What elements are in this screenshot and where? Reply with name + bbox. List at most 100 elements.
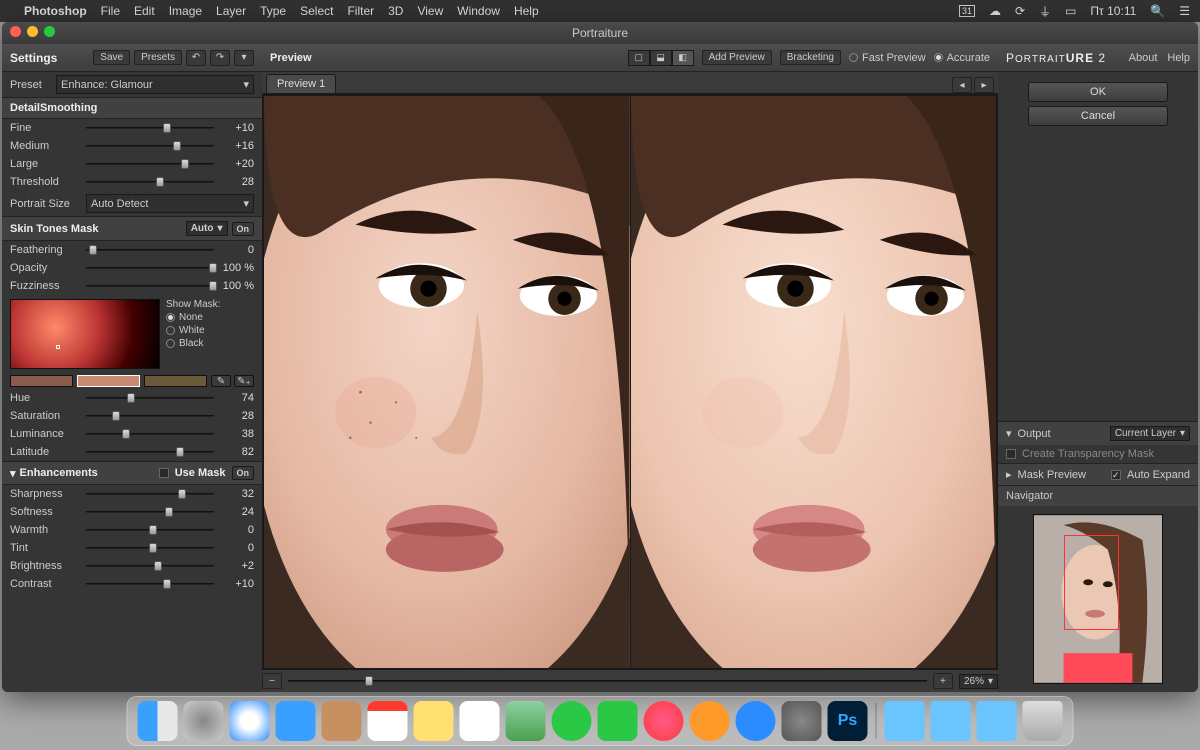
- dock-mail[interactable]: [276, 701, 316, 741]
- view-single-icon[interactable]: ▢: [628, 50, 650, 66]
- menu-image[interactable]: Image: [169, 4, 202, 18]
- redo-icon[interactable]: ↷: [210, 50, 230, 66]
- dock-maps[interactable]: [506, 701, 546, 741]
- dock-messages[interactable]: [552, 701, 592, 741]
- transparency-checkbox[interactable]: [1006, 449, 1016, 459]
- dock-photoshop[interactable]: Ps: [828, 701, 868, 741]
- dock-trash[interactable]: [1023, 701, 1063, 741]
- threshold-slider[interactable]: [86, 176, 214, 188]
- spotlight-icon[interactable]: 🔍: [1150, 4, 1165, 18]
- mask-black-radio[interactable]: Black: [166, 338, 220, 349]
- output-layer-dropdown[interactable]: Current Layer▾: [1110, 426, 1190, 441]
- zoom-slider[interactable]: [288, 675, 927, 687]
- window-minimize-button[interactable]: [27, 26, 38, 37]
- dock-contacts[interactable]: [322, 701, 362, 741]
- mask-none-radio[interactable]: None: [166, 312, 220, 323]
- zoom-in-button[interactable]: +: [933, 673, 953, 689]
- medium-slider[interactable]: [86, 140, 214, 152]
- menu-filter[interactable]: Filter: [347, 4, 374, 18]
- menu-window[interactable]: Window: [457, 4, 500, 18]
- dock-reminders[interactable]: [460, 701, 500, 741]
- zoom-dropdown[interactable]: 26%▾: [959, 674, 998, 689]
- navigator-thumbnail[interactable]: [1033, 514, 1163, 684]
- bracketing-button[interactable]: Bracketing: [780, 50, 841, 65]
- dock-finder[interactable]: [138, 701, 178, 741]
- help-link[interactable]: Help: [1167, 52, 1190, 64]
- dock-preferences[interactable]: [782, 701, 822, 741]
- skintones-on-toggle[interactable]: On: [232, 222, 255, 236]
- presets-button[interactable]: Presets: [134, 50, 182, 65]
- dock-folder-2[interactable]: [931, 701, 971, 741]
- latitude-slider[interactable]: [86, 446, 214, 458]
- luminance-slider[interactable]: [86, 428, 214, 440]
- tab-prev-icon[interactable]: ◂: [952, 77, 972, 93]
- saturation-slider[interactable]: [86, 410, 214, 422]
- cancel-button[interactable]: Cancel: [1028, 106, 1168, 126]
- opacity-slider[interactable]: [86, 262, 214, 274]
- menu-layer[interactable]: Layer: [216, 4, 246, 18]
- large-slider[interactable]: [86, 158, 214, 170]
- skintones-mode-dropdown[interactable]: Auto▾: [186, 221, 228, 236]
- menu-file[interactable]: File: [101, 4, 120, 18]
- view-split-v-icon[interactable]: ◧: [672, 50, 694, 66]
- use-mask-checkbox[interactable]: [159, 468, 169, 478]
- window-titlebar[interactable]: Portraiture: [2, 22, 1198, 44]
- auto-expand-checkbox[interactable]: [1111, 470, 1121, 480]
- hue-slider[interactable]: [86, 392, 214, 404]
- dock-folder-3[interactable]: [977, 701, 1017, 741]
- preview-tab-1[interactable]: Preview 1: [266, 74, 336, 93]
- portrait-size-dropdown[interactable]: Auto Detect▾: [86, 194, 254, 213]
- menu-select[interactable]: Select: [300, 4, 333, 18]
- zoom-out-button[interactable]: −: [262, 673, 282, 689]
- warmth-slider[interactable]: [86, 524, 214, 536]
- skintone-color-picker[interactable]: [10, 299, 160, 369]
- collapse-icon[interactable]: ▾: [10, 467, 16, 480]
- menu-edit[interactable]: Edit: [134, 4, 155, 18]
- eyedropper-icon[interactable]: ✎: [211, 375, 231, 387]
- wifi-icon[interactable]: ⏚: [1039, 3, 1051, 20]
- mask-white-radio[interactable]: White: [166, 325, 220, 336]
- preset-dropdown[interactable]: Enhance: Glamour▾: [56, 75, 254, 94]
- settings-menu-icon[interactable]: ▾: [234, 50, 254, 66]
- menu-app[interactable]: Photoshop: [24, 4, 87, 18]
- dock-notes[interactable]: [414, 701, 454, 741]
- calendar-icon[interactable]: 31: [959, 5, 975, 17]
- swatch-3[interactable]: [144, 375, 207, 387]
- dock-appstore[interactable]: [736, 701, 776, 741]
- swatch-2[interactable]: [77, 375, 140, 387]
- undo-icon[interactable]: ↶: [186, 50, 206, 66]
- brightness-slider[interactable]: [86, 560, 214, 572]
- add-preview-button[interactable]: Add Preview: [702, 50, 772, 65]
- menu-help[interactable]: Help: [514, 4, 539, 18]
- swatch-1[interactable]: [10, 375, 73, 387]
- battery-icon[interactable]: ▭: [1065, 4, 1076, 18]
- clock[interactable]: Πτ 10:11: [1090, 4, 1136, 18]
- tint-slider[interactable]: [86, 542, 214, 554]
- window-close-button[interactable]: [10, 26, 21, 37]
- softness-slider[interactable]: [86, 506, 214, 518]
- enhancements-on-toggle[interactable]: On: [232, 466, 255, 480]
- dock-itunes[interactable]: [644, 701, 684, 741]
- dock-facetime[interactable]: [598, 701, 638, 741]
- dock-safari[interactable]: [230, 701, 270, 741]
- collapse-output-icon[interactable]: ▾: [1006, 427, 1012, 440]
- about-link[interactable]: About: [1129, 52, 1158, 64]
- sharpness-slider[interactable]: [86, 488, 214, 500]
- ok-button[interactable]: OK: [1028, 82, 1168, 102]
- menu-view[interactable]: View: [417, 4, 443, 18]
- fast-preview-radio[interactable]: Fast Preview: [849, 52, 926, 64]
- preview-after[interactable]: [631, 96, 997, 668]
- view-split-h-icon[interactable]: ⬓: [650, 50, 672, 66]
- menu-3d[interactable]: 3D: [388, 4, 403, 18]
- sync-icon[interactable]: ⟳: [1015, 4, 1025, 18]
- dock-launchpad[interactable]: [184, 701, 224, 741]
- tab-next-icon[interactable]: ▸: [974, 77, 994, 93]
- eyedropper-add-icon[interactable]: ✎₊: [234, 375, 254, 387]
- contrast-slider[interactable]: [86, 578, 214, 590]
- expand-mask-icon[interactable]: ▸: [1006, 468, 1012, 481]
- dock-folder-1[interactable]: [885, 701, 925, 741]
- cloud-icon[interactable]: ☁: [989, 4, 1001, 18]
- dock-calendar[interactable]: [368, 701, 408, 741]
- preview-before[interactable]: [264, 96, 630, 668]
- feathering-slider[interactable]: [86, 244, 214, 256]
